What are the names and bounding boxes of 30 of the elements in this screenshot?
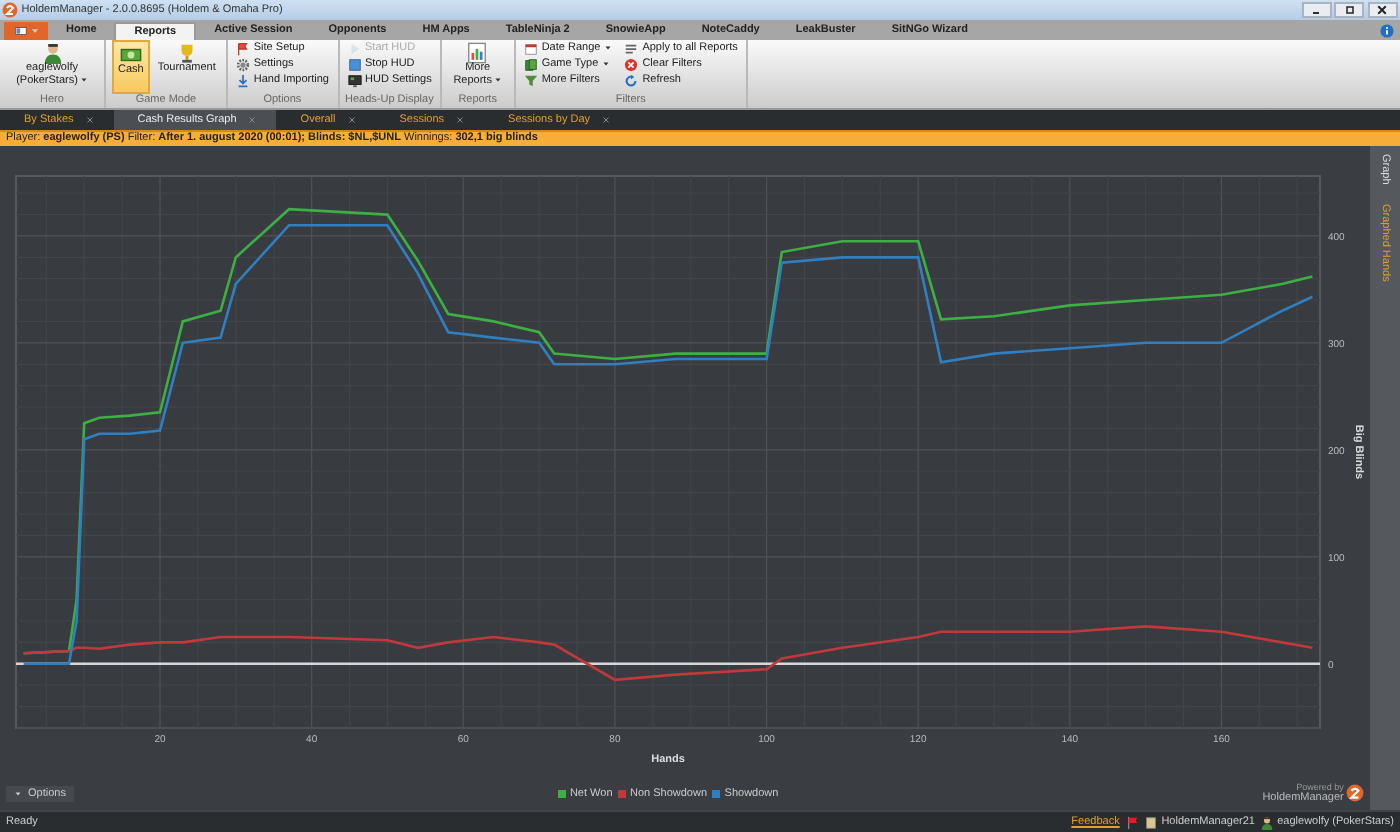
- app-logo-icon: [2, 2, 19, 18]
- person-icon: [41, 42, 63, 64]
- close-icon: [347, 116, 356, 124]
- cards-icon: [523, 57, 538, 71]
- minimize-button[interactable]: [1301, 2, 1332, 18]
- close-icon: [456, 116, 465, 124]
- undefined: [1343, 4, 1356, 16]
- maximize-button[interactable]: [1334, 2, 1365, 18]
- monitor-icon: [347, 73, 361, 87]
- flag-icon: [235, 41, 250, 55]
- refresh-icon: [624, 73, 639, 87]
- close-icon: [602, 116, 611, 124]
- application-menu-button[interactable]: [4, 22, 48, 40]
- list-icon: [624, 41, 639, 55]
- close-icon: [85, 116, 94, 124]
- money-icon: [119, 44, 142, 66]
- undefined: [1376, 4, 1389, 16]
- chart-icon: [466, 42, 489, 64]
- funnel-icon: [523, 73, 538, 87]
- arrow-icon: [235, 73, 250, 87]
- database-icon: [1144, 815, 1159, 829]
- flag-icon: [1125, 815, 1140, 829]
- help-icon[interactable]: [1380, 24, 1394, 38]
- caret-icon: [14, 790, 22, 798]
- close-button[interactable]: [1367, 2, 1398, 18]
- square-icon: [347, 57, 361, 71]
- gear-icon: [235, 57, 250, 71]
- calendar-icon: [523, 41, 538, 55]
- cross-icon: [624, 57, 639, 71]
- brand-logo-icon: [1346, 784, 1365, 803]
